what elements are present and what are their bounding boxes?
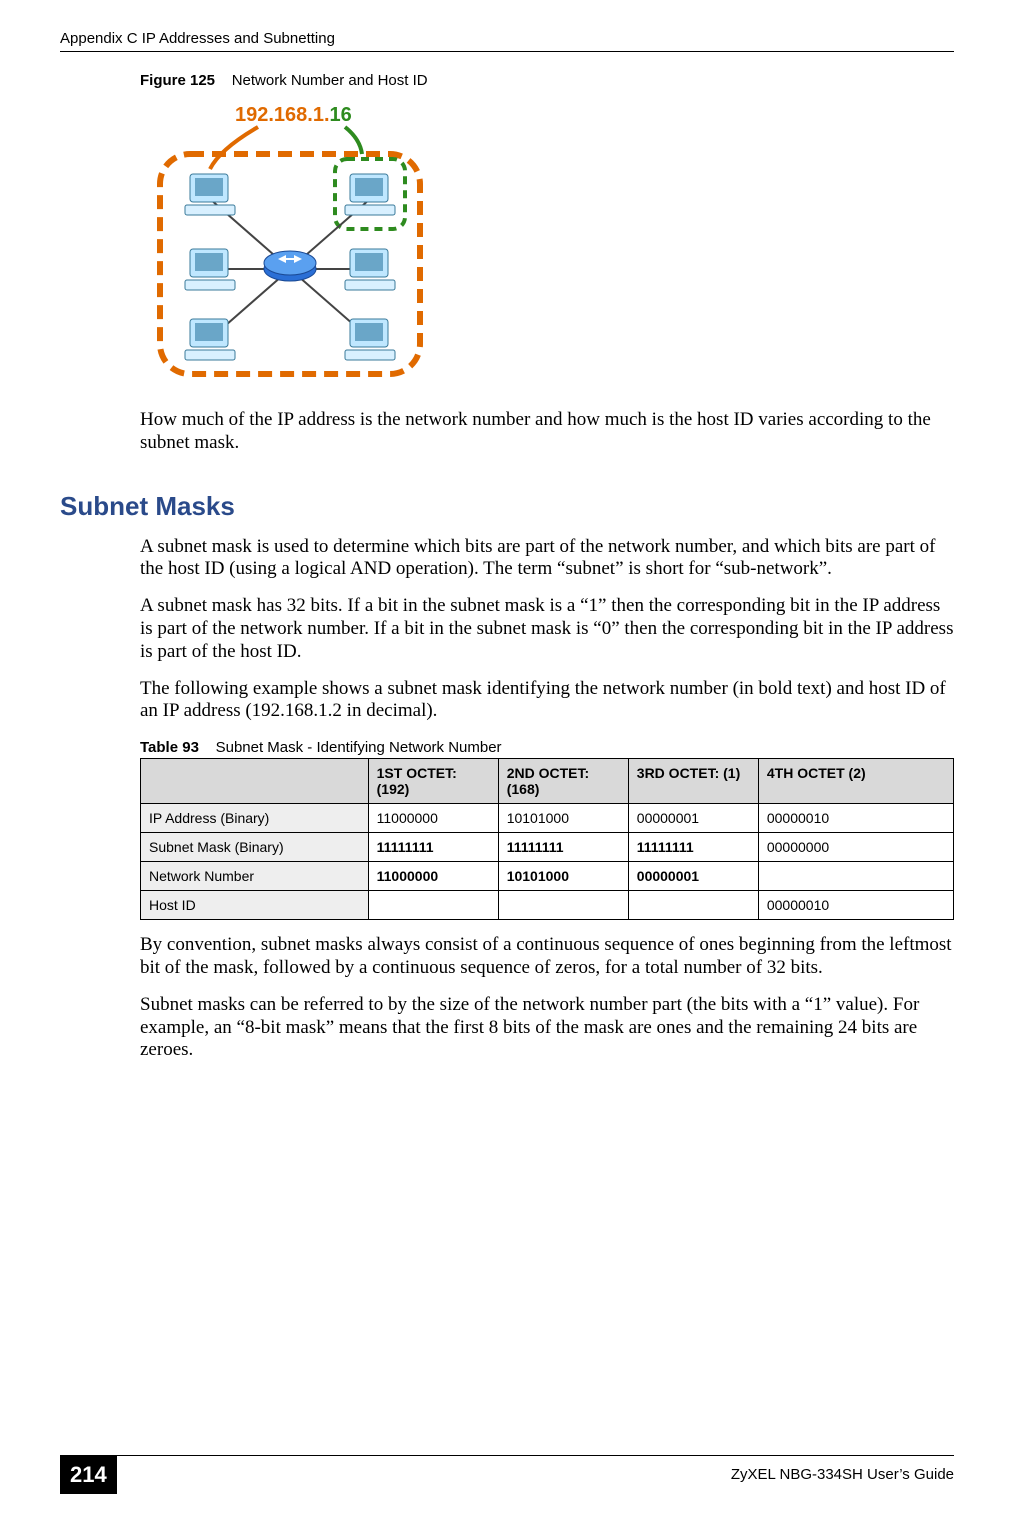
- paragraph: A subnet mask is used to determine which…: [140, 536, 954, 582]
- figure-title: Network Number and Host ID: [232, 72, 428, 89]
- table-caption: Table 93 Subnet Mask - Identifying Netwo…: [140, 739, 954, 756]
- cell: 00000010: [758, 891, 953, 920]
- table-row: IP Address (Binary) 11000000 10101000 00…: [141, 804, 954, 833]
- col-header-2nd-octet: 2ND OCTET: (168): [498, 759, 628, 804]
- paragraph: Subnet masks can be referred to by the s…: [140, 994, 954, 1062]
- running-header: Appendix C IP Addresses and Subnetting: [60, 30, 954, 52]
- pc-icon: [345, 319, 395, 360]
- col-header-blank: [141, 759, 369, 804]
- network-diagram: 192.168.1.16: [140, 99, 954, 389]
- figure-caption: Figure 125 Network Number and Host ID: [140, 72, 954, 89]
- paragraph: How much of the IP address is the networ…: [140, 409, 954, 455]
- cell: 10101000: [498, 804, 628, 833]
- col-header-3rd-octet: 3RD OCTET: (1): [628, 759, 758, 804]
- cell: 00000010: [758, 804, 953, 833]
- paragraph: A subnet mask has 32 bits. If a bit in t…: [140, 595, 954, 663]
- pc-icon: [185, 249, 235, 290]
- page-number: 214: [60, 1456, 117, 1494]
- cell: [758, 862, 953, 891]
- cell: 11111111: [628, 833, 758, 862]
- router-icon: [264, 251, 316, 281]
- cell: [628, 891, 758, 920]
- col-header-4th-octet: 4TH OCTET (2): [758, 759, 953, 804]
- paragraph: By convention, subnet masks always consi…: [140, 934, 954, 980]
- pc-icon: [345, 249, 395, 290]
- table-label: Table 93: [140, 739, 199, 756]
- table-header-row: 1ST OCTET: (192) 2ND OCTET: (168) 3RD OC…: [141, 759, 954, 804]
- table-row: Network Number 11000000 10101000 0000000…: [141, 862, 954, 891]
- table-row: Subnet Mask (Binary) 11111111 11111111 1…: [141, 833, 954, 862]
- cell: 11000000: [368, 804, 498, 833]
- cell: 11111111: [368, 833, 498, 862]
- cell: 00000001: [628, 862, 758, 891]
- network-diagram-svg: 192.168.1.16: [140, 99, 440, 389]
- ip-host-part: 16: [330, 104, 352, 126]
- paragraph: The following example shows a subnet mas…: [140, 678, 954, 724]
- cell: 11000000: [368, 862, 498, 891]
- pc-icon: [185, 319, 235, 360]
- svg-text:192.168.1.16: 192.168.1.16: [235, 104, 352, 126]
- page-footer: 214 ZyXEL NBG-334SH User’s Guide: [60, 1455, 954, 1494]
- cell: 10101000: [498, 862, 628, 891]
- table-row: Host ID 00000010: [141, 891, 954, 920]
- row-label: Network Number: [141, 862, 369, 891]
- cell: 00000000: [758, 833, 953, 862]
- col-header-1st-octet: 1ST OCTET: (192): [368, 759, 498, 804]
- ip-network-part: 192.168.1.: [235, 104, 330, 126]
- subnet-mask-table: 1ST OCTET: (192) 2ND OCTET: (168) 3RD OC…: [140, 758, 954, 920]
- section-heading-subnet-masks: Subnet Masks: [60, 491, 954, 522]
- row-label: IP Address (Binary): [141, 804, 369, 833]
- cell: 11111111: [498, 833, 628, 862]
- table-title: Subnet Mask - Identifying Network Number: [216, 739, 502, 756]
- cell: [498, 891, 628, 920]
- row-label: Host ID: [141, 891, 369, 920]
- row-label: Subnet Mask (Binary): [141, 833, 369, 862]
- cell: 00000001: [628, 804, 758, 833]
- pc-icon: [345, 174, 395, 215]
- figure-label: Figure 125: [140, 72, 215, 89]
- pc-icon: [185, 174, 235, 215]
- cell: [368, 891, 498, 920]
- guide-name: ZyXEL NBG-334SH User’s Guide: [731, 1462, 954, 1483]
